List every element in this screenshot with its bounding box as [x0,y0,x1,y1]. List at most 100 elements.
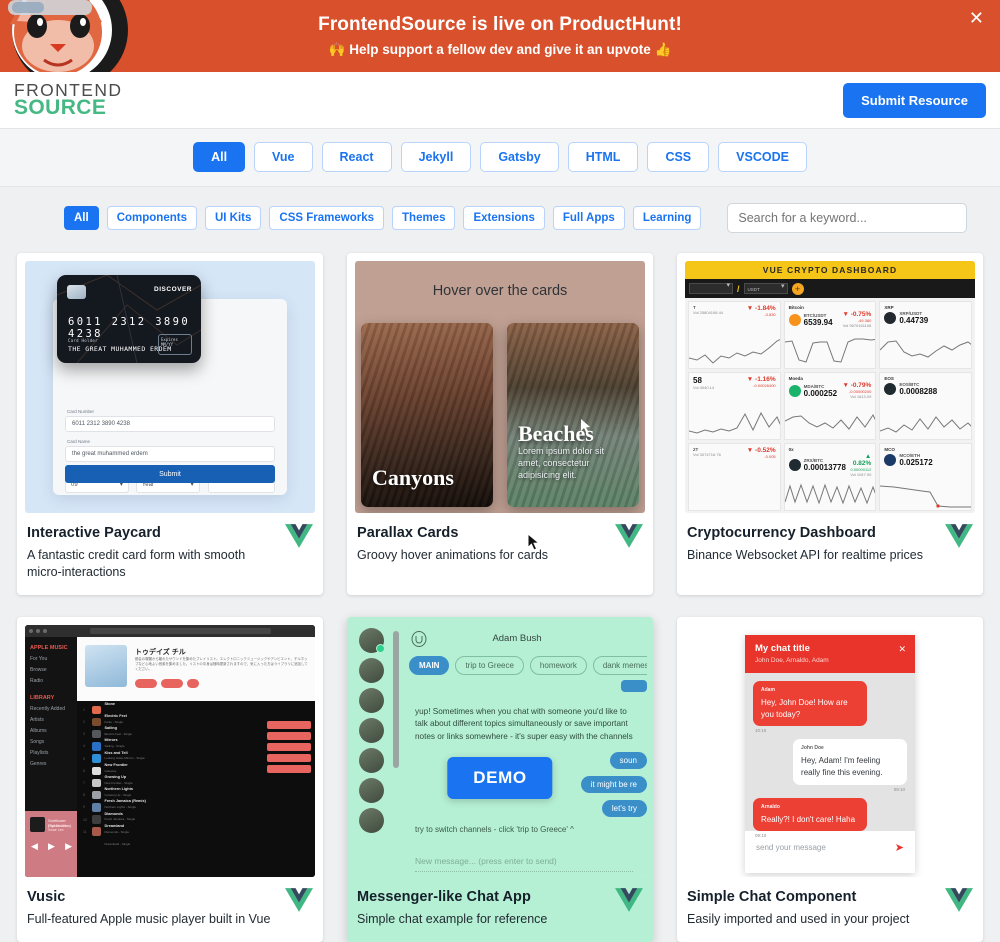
tag-filter-gatsby[interactable]: Gatsby [480,142,559,172]
sidebar-item[interactable]: Radio [25,676,77,687]
avatar[interactable] [358,657,384,683]
resource-card-cryptocurrency-dashboard[interactable]: VUE CRYPTO DASHBOARD / USDT + TVol 25804… [677,253,983,595]
message-author: Adam [761,686,775,693]
sidebar-item[interactable]: Browse [25,665,77,676]
resource-card-vusic[interactable]: APPLE MUSIC For You Browse Radio LIBRARY… [17,616,323,942]
chat-bubble-outgoing: it might be re [580,775,647,793]
card-title: Vusic [27,888,66,905]
avatar[interactable] [358,807,384,833]
channel-homework[interactable]: homework [529,655,587,675]
sidebar-item[interactable]: For You [25,654,77,665]
technology-filter-bar: All Vue React Jekyll Gatsby HTML CSS VSC… [0,129,1000,187]
crypto-tile[interactable]: 2T Vol 3074716.76 ▼ -0.52% -0.005 [688,443,781,511]
pc-card-number-field[interactable]: 6011 2312 3890 4238 [65,416,275,432]
category-themes[interactable]: Themes [392,206,456,230]
add-pair-icon[interactable]: + [791,282,804,295]
pc-card-name-field[interactable]: the great muhammed erdem [65,446,275,462]
previous-icon[interactable]: ◀ [31,841,38,852]
crypto-price: 0.000252 [803,388,838,398]
resource-card-simple-chat-component[interactable]: My chat title John Doe, Arnaldo, Adam ✕ … [677,616,983,942]
tag-filter-css[interactable]: CSS [647,142,710,172]
sidebar-item[interactable]: Recently Added [25,704,77,715]
send-icon[interactable]: ➤ [895,841,904,854]
avatar[interactable] [358,777,384,803]
avatar[interactable] [358,627,385,653]
crypto-tile[interactable]: Bitcoin BTC/USDT 6539.94 ▼ -0.75% -49.380 V… [783,301,877,369]
resource-card-messenger-like-chat-app[interactable]: Adam Bush MAIN trip to Greece homework d… [347,616,653,942]
crypto-tile[interactable]: T Vol 25804198.44 ▼ -1.84% -3.830 [688,301,781,369]
crypto-price: 0.00013778 [803,463,846,472]
crypto-quote-select[interactable]: USDT [743,281,788,294]
channel-trip-to-greece[interactable]: trip to Greece [455,655,524,675]
category-css-frameworks[interactable]: CSS Frameworks [269,206,385,230]
message-time: 09:10 [893,786,905,792]
close-icon[interactable]: ✕ [969,10,984,28]
sidebar-item[interactable]: Albums [25,726,77,737]
more-button[interactable] [187,678,199,688]
url-bar[interactable] [90,627,271,634]
hero-buttons[interactable] [135,678,199,688]
sidebar-item[interactable]: Artists [25,715,77,726]
playlist-tag[interactable] [267,742,311,751]
play-button[interactable] [135,678,157,688]
category-full-apps[interactable]: Full Apps [552,206,625,230]
card-body: Parallax Cards Groovy hover animations f… [347,513,653,595]
category-extensions[interactable]: Extensions [463,206,545,230]
track-row[interactable]: 11 Dreamland Dreamland - Single [83,824,309,846]
chat-hint: try to switch channels - click 'trip to … [415,824,574,834]
window-dot-icon [36,628,40,633]
sparkline-chart [689,411,780,434]
submit-resource-button[interactable]: Submit Resource [843,82,986,118]
category-ui-kits[interactable]: UI Kits [204,206,262,230]
tag-filter-all[interactable]: All [193,142,246,172]
crypto-tile[interactable]: Moeda MDA/BTC 0.000252 ▼ -0.79% -0.0000020… [783,372,877,440]
resource-card-parallax-cards[interactable]: Hover over the cards Canyons Beaches Lor… [347,253,653,595]
sidebar-item[interactable]: Genres [25,759,77,770]
album-cover-image [85,644,127,687]
resource-card-interactive-paycard[interactable]: Card Number 6011 2312 3890 4238 Card Nam… [17,253,323,595]
zrx-icon [788,459,801,471]
close-icon[interactable]: ✕ [898,644,906,655]
playlist-tag[interactable] [267,764,311,773]
playlist-tag[interactable] [267,753,311,762]
chat-message-input[interactable]: send your message [756,843,826,852]
sidebar-item[interactable]: Playlists [25,748,77,759]
crypto-base-select[interactable] [689,281,733,294]
demo-button[interactable]: DEMO [447,756,553,799]
scrollbar[interactable] [393,630,399,867]
chat-message-input[interactable]: New message... (press enter to send) [415,856,633,872]
parallax-card-beaches[interactable]: Beaches Lorem ipsum dolor sit amet, cons… [507,323,639,507]
avatar[interactable] [358,747,384,773]
category-learning[interactable]: Learning [632,206,702,230]
tag-filter-html[interactable]: HTML [567,142,639,172]
sidebar-item[interactable]: Songs [25,737,77,748]
crypto-tile[interactable]: XRP XRP/USDT 0.44739 [879,301,972,369]
channel-main[interactable]: MAIN [409,655,450,675]
message-text: Hey, Adam! I'm feeling really fine this … [801,756,883,778]
category-components[interactable]: Components [106,206,197,230]
avatar[interactable] [358,717,384,743]
playlist-tag[interactable] [267,720,311,729]
play-icon[interactable]: ▶ [48,841,55,852]
crypto-tile[interactable]: 58 Vol 4040.14 ▼ -1.16% -0.00026400 [688,372,781,440]
playlist-tag[interactable] [267,731,311,740]
crypto-tile[interactable]: 0x ZRX/BTC 0.00013778 ▲ 0.82% 0.00000112 Vo… [783,443,877,511]
tag-filter-vue[interactable]: Vue [254,142,313,172]
now-playing-artist: Post Malone, Swae Lee [48,823,69,832]
channel-dank-memes[interactable]: dank memes [592,655,647,675]
tag-filter-jekyll[interactable]: Jekyll [400,142,472,172]
parallax-card-canyons[interactable]: Canyons [361,323,493,507]
next-icon[interactable]: ▶ [65,841,72,852]
avatar[interactable] [358,687,384,713]
card-body: Messenger-like Chat App Simple chat exam… [347,877,653,942]
search-input[interactable] [727,203,968,233]
category-all[interactable]: All [64,206,99,230]
tag-filter-vscode[interactable]: VSCODE [718,142,807,172]
site-logo[interactable]: FRONTEND SOURCE [10,81,122,118]
pc-submit-button[interactable]: Submit [65,465,275,483]
shuffle-button[interactable] [161,678,183,688]
crypto-tile[interactable]: MCO MCO/ETH 0.025172 [879,443,972,511]
tag-filter-react[interactable]: React [321,142,392,172]
crypto-tile[interactable]: EOS EOS/BTC 0.0008288 [879,372,972,440]
player-controls[interactable]: ◀ ▶ ▶ [31,841,72,852]
